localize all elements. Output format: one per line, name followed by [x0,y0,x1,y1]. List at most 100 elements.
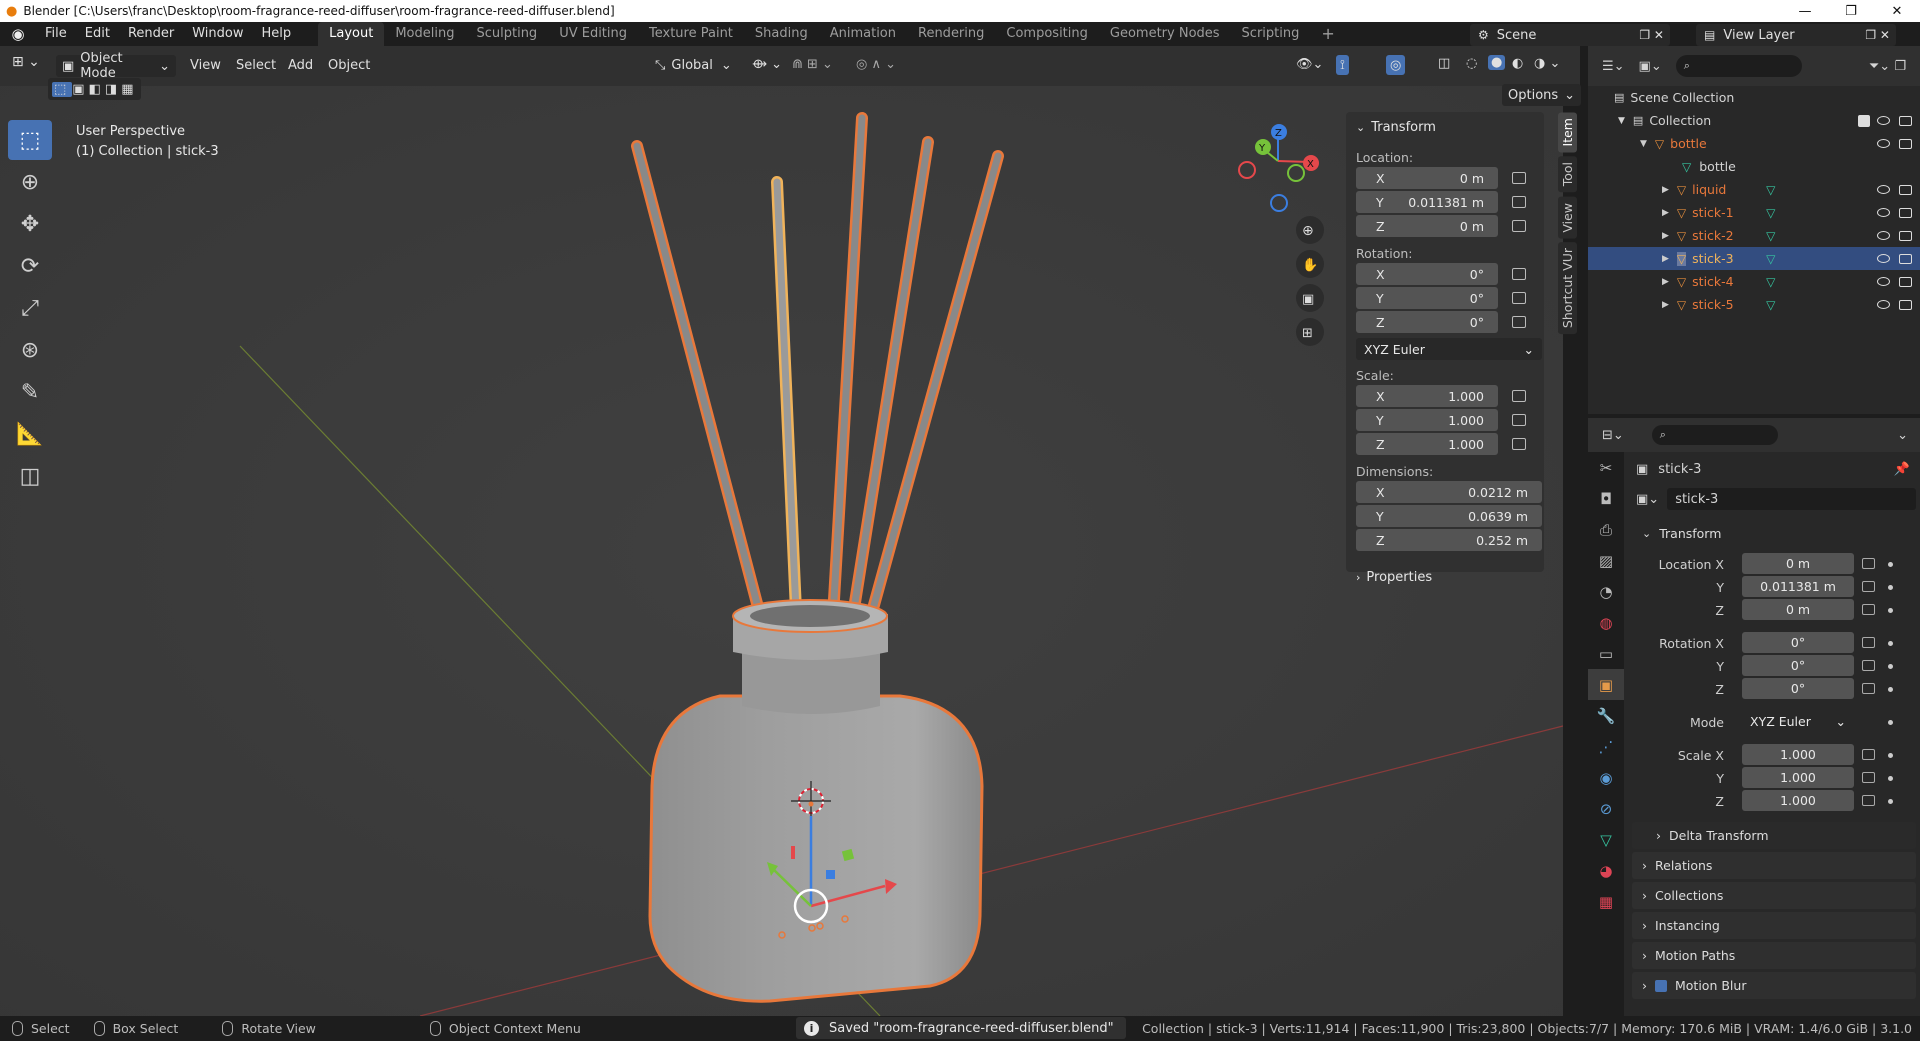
motion-blur-checkbox[interactable] [1655,979,1667,992]
keyframe-dot-icon[interactable] [1888,585,1893,590]
outliner-scene-collection[interactable]: ▤ Scene Collection [1588,86,1920,109]
add-cube-tool-icon[interactable]: ◫ [8,456,52,496]
eye-icon[interactable] [1877,185,1890,194]
menu-file[interactable]: File [36,22,76,46]
lock-icon[interactable] [1512,172,1526,184]
camera-icon[interactable] [1899,138,1912,149]
measure-tool-icon[interactable]: 📐 [8,414,52,454]
options-button[interactable]: Options ⌄ [1502,84,1582,106]
lock-icon[interactable] [1512,196,1526,208]
render-properties-icon[interactable]: ◘ [1588,483,1624,514]
lock-icon[interactable] [1512,390,1526,402]
eye-icon[interactable] [1877,116,1890,125]
keyframe-dot-icon[interactable] [1888,720,1893,725]
transform-tool-icon[interactable]: ⊛ [8,330,52,370]
view-layer-properties-icon[interactable]: ▨ [1588,545,1624,576]
menu-help[interactable]: Help [253,22,301,46]
tab-rendering[interactable]: Rendering [907,22,995,46]
properties-editor-icon[interactable]: ⊟⌄ [1602,428,1624,443]
menu-select[interactable]: Select [236,58,276,73]
scale-z-field[interactable]: Z 1.000 [1356,433,1498,455]
expand-arrow-icon[interactable]: ▶ [1662,300,1669,310]
keyframe-dot-icon[interactable] [1888,753,1893,758]
tab-sculpting[interactable]: Sculpting [465,22,548,46]
prop-location-x[interactable]: 0 m [1742,553,1854,574]
collection-properties-icon[interactable]: ▭ [1588,638,1624,669]
select-new-icon[interactable]: ⬚ [52,81,73,97]
lock-icon[interactable] [1512,316,1526,328]
3d-viewport[interactable]: Z X Y ⊕ ✋ ▣ ⊞ ⬚ ▣ ◧ ◨ ▦ Options ⌄ [0,78,1582,1016]
material-shading-icon[interactable]: ◐ [1512,56,1523,71]
tab-shortcut-vur[interactable]: Shortcut VUr [1558,242,1577,335]
filter-icon[interactable]: ⏷⌄ ❐ [1869,59,1906,74]
lock-icon[interactable] [1862,604,1875,615]
location-x-field[interactable]: X 0 m [1356,167,1498,189]
select-box-tool-icon[interactable]: ⬚ [8,120,52,160]
overlay-toggle-icon[interactable]: ◎ [1386,55,1406,75]
add-workspace-icon[interactable]: + [1310,22,1345,46]
lock-icon[interactable] [1862,581,1875,592]
keyframe-dot-icon[interactable] [1888,687,1893,692]
selection-mode-icons[interactable]: ⬚ ▣ ◧ ◨ ▦ [48,78,142,100]
prop-location-y[interactable]: 0.011381 m [1742,576,1854,597]
keyframe-dot-icon[interactable] [1888,776,1893,781]
minimize-button[interactable]: — [1782,0,1828,22]
outliner-bottle[interactable]: ▼ ▽ bottle [1588,132,1920,155]
keyframe-dot-icon[interactable] [1888,799,1893,804]
outliner-stick-5[interactable]: ▶ ▽ stick-5 ▽ [1588,293,1920,316]
scale-tool-icon[interactable]: ⤢ [8,288,52,328]
outliner-collection[interactable]: ▼ ▤ Collection [1588,109,1920,132]
camera-icon[interactable] [1899,230,1912,241]
output-properties-icon[interactable]: ⎙ [1588,514,1624,545]
prop-rotation-z[interactable]: 0° [1742,678,1854,699]
mode-selector[interactable]: ▣ Object Mode ⌄ [56,51,176,81]
outliner-editor-icon[interactable]: ☰⌄ [1602,59,1625,74]
tab-geometry-nodes[interactable]: Geometry Nodes [1099,22,1231,46]
prop-rotation-x[interactable]: 0° [1742,632,1854,653]
copy-scene-icon[interactable]: ❐ ✕ [1639,28,1664,42]
lock-icon[interactable] [1512,268,1526,280]
view-layer-selector[interactable]: ▤ View Layer ❐ ✕ [1696,24,1896,46]
outliner-stick-4[interactable]: ▶ ▽ stick-4 ▽ [1588,270,1920,293]
delta-transform-header[interactable]: › Delta Transform [1632,822,1916,849]
rotation-x-field[interactable]: X 0° [1356,263,1498,285]
select-intersect-icon[interactable]: ▦ [121,82,137,97]
menu-render[interactable]: Render [119,22,183,46]
instancing-section-header[interactable]: › Instancing [1632,912,1916,939]
tab-uv-editing[interactable]: UV Editing [548,22,638,46]
menu-add[interactable]: Add [288,58,313,73]
camera-icon[interactable] [1899,184,1912,195]
tab-view[interactable]: View [1558,196,1577,239]
menu-view[interactable]: View [190,58,221,73]
lock-icon[interactable] [1862,637,1875,648]
camera-icon[interactable] [1899,299,1912,310]
dimensions-y-field[interactable]: Y 0.0639 m [1356,505,1542,527]
particles-properties-icon[interactable]: ⋰ [1588,731,1624,762]
tab-scripting[interactable]: Scripting [1231,22,1311,46]
motion-paths-section-header[interactable]: › Motion Paths [1632,942,1916,969]
outliner-search-input[interactable]: ⌕ [1675,55,1802,77]
keyframe-dot-icon[interactable] [1888,641,1893,646]
physics-properties-icon[interactable]: ◉ [1588,762,1624,793]
outliner-liquid[interactable]: ▶ ▽ liquid ▽ [1588,178,1920,201]
blender-menu-icon[interactable]: ◉ [0,25,36,43]
pivot-icon[interactable]: ⟴ ⌄ [752,57,782,72]
solid-shading-icon[interactable]: ● [1488,55,1506,70]
camera-icon[interactable] [1899,253,1912,264]
scene-properties-icon[interactable]: ◔ [1588,576,1624,607]
outliner-stick-2[interactable]: ▶ ▽ stick-2 ▽ [1588,224,1920,247]
tab-animation[interactable]: Animation [819,22,907,46]
annotate-tool-icon[interactable]: ✎ [8,372,52,412]
expand-arrow-icon[interactable]: ▼ [1618,116,1625,126]
texture-properties-icon[interactable]: ▦ [1588,886,1624,917]
prop-scale-x[interactable]: 1.000 [1742,744,1854,765]
data-properties-icon[interactable]: ▽ [1588,824,1624,855]
tab-compositing[interactable]: Compositing [995,22,1099,46]
motion-blur-section-header[interactable]: › Motion Blur [1632,972,1916,999]
collections-section-header[interactable]: › Collections [1632,882,1916,909]
camera-icon[interactable] [1899,115,1912,126]
lock-icon[interactable] [1512,220,1526,232]
eye-icon[interactable] [1877,139,1890,148]
properties-search-input[interactable]: ⌕ [1651,425,1778,445]
visibility-icon[interactable]: 👁⌄ [1296,57,1323,72]
